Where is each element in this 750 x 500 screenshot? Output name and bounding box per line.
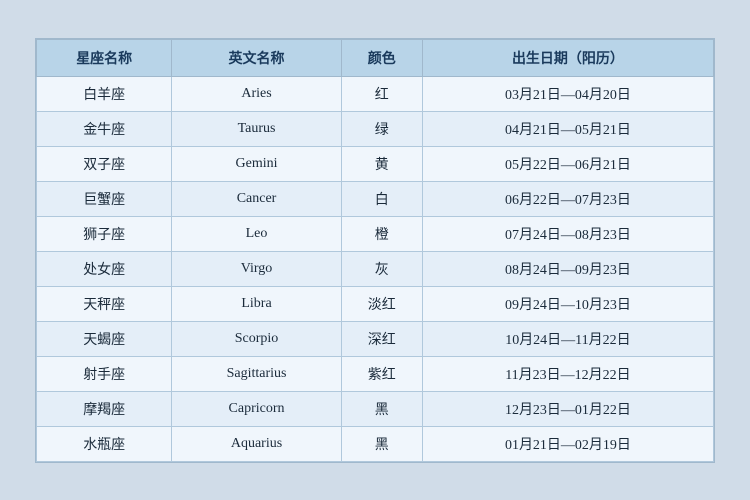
cell-color: 紫红 xyxy=(341,356,422,391)
cell-zh-name: 处女座 xyxy=(37,251,172,286)
cell-en-name: Cancer xyxy=(172,181,341,216)
cell-en-name: Scorpio xyxy=(172,321,341,356)
cell-zh-name: 摩羯座 xyxy=(37,391,172,426)
cell-date: 10月24日—11月22日 xyxy=(422,321,713,356)
cell-zh-name: 白羊座 xyxy=(37,76,172,111)
cell-en-name: Aquarius xyxy=(172,426,341,461)
cell-color: 白 xyxy=(341,181,422,216)
table-row: 射手座Sagittarius紫红11月23日—12月22日 xyxy=(37,356,714,391)
table-row: 双子座Gemini黄05月22日—06月21日 xyxy=(37,146,714,181)
table-row: 水瓶座Aquarius黑01月21日—02月19日 xyxy=(37,426,714,461)
cell-color: 黑 xyxy=(341,391,422,426)
cell-zh-name: 金牛座 xyxy=(37,111,172,146)
cell-zh-name: 巨蟹座 xyxy=(37,181,172,216)
cell-date: 01月21日—02月19日 xyxy=(422,426,713,461)
cell-en-name: Taurus xyxy=(172,111,341,146)
cell-zh-name: 天蝎座 xyxy=(37,321,172,356)
cell-date: 09月24日—10月23日 xyxy=(422,286,713,321)
table-row: 金牛座Taurus绿04月21日—05月21日 xyxy=(37,111,714,146)
cell-en-name: Virgo xyxy=(172,251,341,286)
table-body: 白羊座Aries红03月21日—04月20日金牛座Taurus绿04月21日—0… xyxy=(37,76,714,461)
header-en-name: 英文名称 xyxy=(172,39,341,76)
header-zh-name: 星座名称 xyxy=(37,39,172,76)
cell-color: 红 xyxy=(341,76,422,111)
table-row: 天蝎座Scorpio深红10月24日—11月22日 xyxy=(37,321,714,356)
table-row: 狮子座Leo橙07月24日—08月23日 xyxy=(37,216,714,251)
table-row: 白羊座Aries红03月21日—04月20日 xyxy=(37,76,714,111)
cell-en-name: Sagittarius xyxy=(172,356,341,391)
cell-date: 05月22日—06月21日 xyxy=(422,146,713,181)
table-row: 摩羯座Capricorn黑12月23日—01月22日 xyxy=(37,391,714,426)
cell-color: 黄 xyxy=(341,146,422,181)
cell-color: 橙 xyxy=(341,216,422,251)
header-color: 颜色 xyxy=(341,39,422,76)
header-date: 出生日期（阳历） xyxy=(422,39,713,76)
table-row: 处女座Virgo灰08月24日—09月23日 xyxy=(37,251,714,286)
cell-zh-name: 射手座 xyxy=(37,356,172,391)
cell-en-name: Capricorn xyxy=(172,391,341,426)
cell-color: 淡红 xyxy=(341,286,422,321)
cell-date: 03月21日—04月20日 xyxy=(422,76,713,111)
cell-en-name: Gemini xyxy=(172,146,341,181)
cell-color: 黑 xyxy=(341,426,422,461)
cell-zh-name: 狮子座 xyxy=(37,216,172,251)
cell-color: 深红 xyxy=(341,321,422,356)
table-header-row: 星座名称 英文名称 颜色 出生日期（阳历） xyxy=(37,39,714,76)
table-row: 巨蟹座Cancer白06月22日—07月23日 xyxy=(37,181,714,216)
cell-en-name: Libra xyxy=(172,286,341,321)
cell-en-name: Aries xyxy=(172,76,341,111)
cell-date: 06月22日—07月23日 xyxy=(422,181,713,216)
cell-zh-name: 水瓶座 xyxy=(37,426,172,461)
cell-color: 灰 xyxy=(341,251,422,286)
zodiac-table-container: 星座名称 英文名称 颜色 出生日期（阳历） 白羊座Aries红03月21日—04… xyxy=(35,38,715,463)
cell-date: 11月23日—12月22日 xyxy=(422,356,713,391)
cell-date: 12月23日—01月22日 xyxy=(422,391,713,426)
cell-zh-name: 双子座 xyxy=(37,146,172,181)
cell-zh-name: 天秤座 xyxy=(37,286,172,321)
cell-en-name: Leo xyxy=(172,216,341,251)
cell-color: 绿 xyxy=(341,111,422,146)
table-row: 天秤座Libra淡红09月24日—10月23日 xyxy=(37,286,714,321)
zodiac-table: 星座名称 英文名称 颜色 出生日期（阳历） 白羊座Aries红03月21日—04… xyxy=(36,39,714,462)
cell-date: 04月21日—05月21日 xyxy=(422,111,713,146)
cell-date: 08月24日—09月23日 xyxy=(422,251,713,286)
cell-date: 07月24日—08月23日 xyxy=(422,216,713,251)
